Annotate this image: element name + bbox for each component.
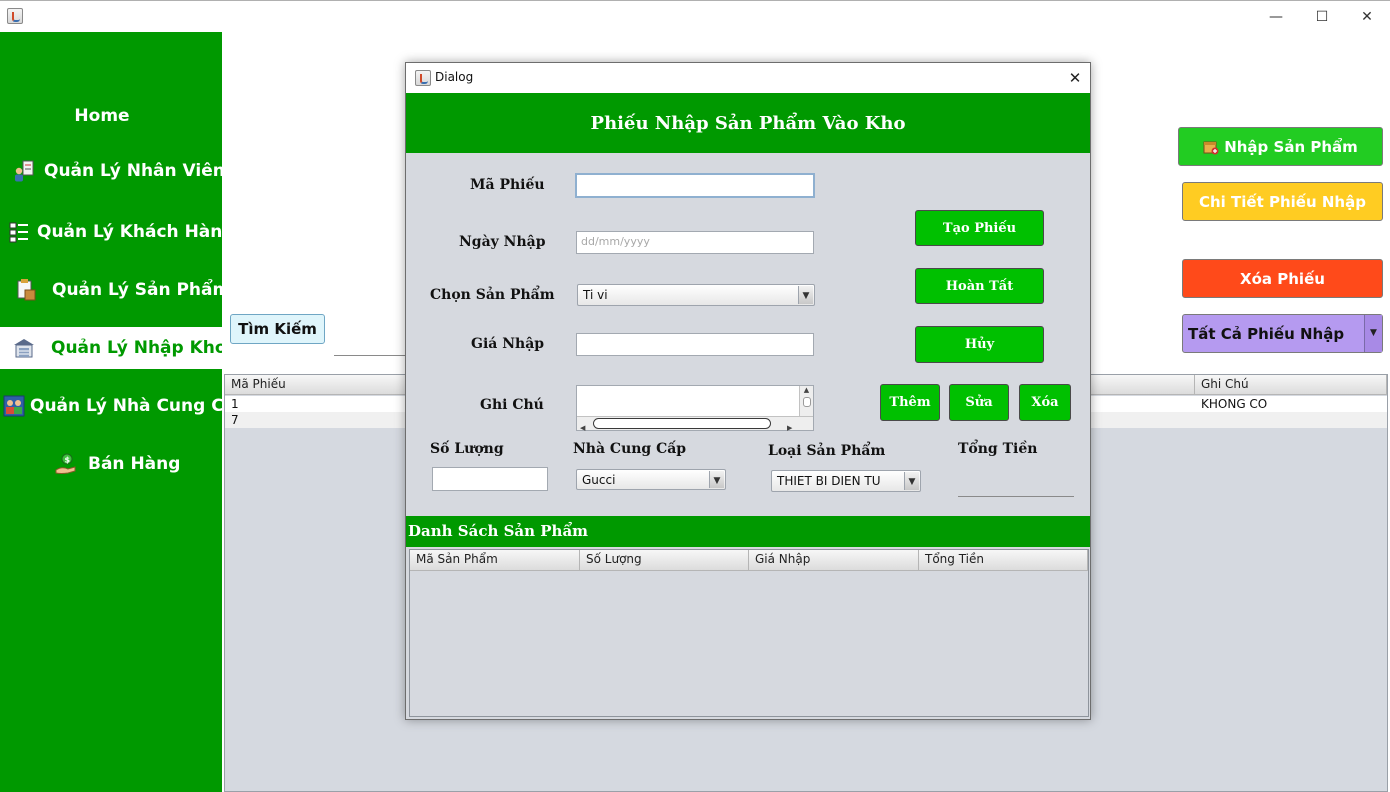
chevron-down-icon[interactable]: ▼ [798, 286, 813, 304]
receipt-id-cell: 1 [231, 397, 239, 411]
supplier-label: Nhà Cung Cấp [573, 441, 687, 457]
receipt-id-input[interactable] [575, 173, 815, 198]
sidebar-item-warehouse[interactable]: Quản Lý Nhập Kho [0, 327, 222, 369]
receipt-id-cell: 7 [231, 413, 239, 427]
add-button[interactable]: Thêm [880, 384, 940, 421]
sidebar-item-label: Quản Lý Nhân Viên [44, 161, 222, 181]
import-price-label: Giá Nhập [471, 336, 545, 352]
column-header-note[interactable]: Ghi Chú [1195, 375, 1387, 395]
receipt-filter-value: Tất Cả Phiếu Nhập [1188, 324, 1345, 343]
product-select-value: Ti vi [583, 288, 608, 302]
chevron-down-icon[interactable]: ▼ [709, 471, 724, 488]
import-product-label: Nhập Sản Phẩm [1224, 137, 1358, 156]
search-button[interactable]: Tìm Kiếm [230, 314, 325, 344]
minimize-button[interactable]: — [1263, 7, 1289, 27]
column-header-receipt-id[interactable]: Mã Phiếu [225, 375, 406, 395]
product-select[interactable]: Ti vi ▼ [577, 284, 815, 306]
java-app-icon [7, 8, 23, 24]
dialog-title-bar: Dialog ✕ [406, 63, 1090, 93]
close-window-button[interactable]: ✕ [1354, 7, 1380, 27]
import-product-button[interactable]: Nhập Sản Phẩm [1178, 127, 1383, 166]
choose-product-label: Chọn Sản Phẩm [430, 287, 555, 303]
dialog-title: Dialog [435, 70, 474, 84]
note-cell: KHONG CO [1201, 397, 1268, 411]
chevron-down-icon[interactable]: ▼ [1364, 315, 1382, 352]
dialog-close-icon[interactable]: ✕ [1064, 67, 1086, 89]
sidebar-item-label: Quản Lý Khách Hàng [37, 222, 222, 242]
sidebar-item-home[interactable]: Home [0, 95, 222, 137]
dialog-heading: Phiếu Nhập Sản Phẩm Vào Kho [590, 112, 906, 134]
sidebar-item-employees[interactable]: Quản Lý Nhân Viên [0, 150, 222, 192]
product-type-select[interactable]: THIET BI DIEN TU ▼ [771, 470, 921, 492]
add-box-icon [1203, 139, 1219, 155]
sidebar-item-label: Quản Lý Nhập Kho [51, 338, 222, 358]
sidebar-item-suppliers[interactable]: Quản Lý Nhà Cung Cấp [0, 385, 222, 427]
receipt-filter-select[interactable]: Tất Cả Phiếu Nhập ▼ [1182, 314, 1383, 353]
column-header-product-id[interactable]: Mã Sản Phẩm [410, 550, 580, 571]
sidebar-item-customers[interactable]: Quản Lý Khách Hàng [0, 211, 222, 253]
column-header-total[interactable]: Tổng Tiền [919, 550, 1088, 571]
sidebar-item-label: Quản Lý Nhà Cung Cấp [30, 396, 222, 416]
import-date-input[interactable]: dd/mm/yyyy [576, 231, 814, 254]
import-date-label: Ngày Nhập [459, 234, 546, 250]
sidebar-item-label: Quản Lý Sản Phẩm [52, 280, 222, 300]
column-header-quantity[interactable]: Số Lượng [580, 550, 749, 571]
product-list-table[interactable]: Mã Sản Phẩm Số Lượng Giá Nhập Tổng Tiền [409, 549, 1089, 717]
dialog-header: Phiếu Nhập Sản Phẩm Vào Kho [406, 93, 1090, 153]
warehouse-icon [12, 336, 36, 360]
note-vertical-scrollbar[interactable]: ▲ [799, 386, 813, 416]
supplier-select[interactable]: Gucci ▼ [576, 469, 726, 490]
product-list-header: Danh Sách Sản Phẩm [406, 516, 1090, 547]
receipt-id-label: Mã Phiếu [470, 177, 545, 193]
product-type-label: Loại Sản Phẩm [768, 443, 886, 459]
search-underline [334, 355, 406, 356]
sidebar-item-sales[interactable]: $ Bán Hàng [0, 443, 222, 485]
cancel-button[interactable]: Hủy [915, 326, 1044, 363]
product-box-icon [14, 278, 38, 302]
complete-button[interactable]: Hoàn Tất [915, 268, 1044, 304]
product-type-select-value: THIET BI DIEN TU [777, 474, 881, 488]
svg-text:$: $ [65, 456, 71, 465]
total-value-underline [958, 496, 1074, 497]
note-cell [1195, 412, 1385, 428]
edit-button[interactable]: Sửa [949, 384, 1009, 421]
delete-button[interactable]: Xóa [1019, 384, 1071, 421]
delete-receipt-button[interactable]: Xóa Phiếu [1182, 259, 1383, 298]
sales-icon: $ [54, 452, 78, 476]
note-textarea[interactable]: ▲ ◀ ▶ [576, 385, 814, 432]
customer-list-icon [8, 220, 30, 244]
total-label: Tổng Tiền [958, 441, 1038, 457]
sidebar-item-label: Home [74, 106, 130, 126]
supplier-icon [2, 394, 26, 418]
sidebar-item-products[interactable]: Quản Lý Sản Phẩm [0, 269, 222, 311]
column-header-import-price[interactable]: Giá Nhập [749, 550, 919, 571]
quantity-label: Số Lượng [430, 441, 504, 457]
import-price-input[interactable] [576, 333, 814, 356]
maximize-button[interactable]: ☐ [1309, 7, 1335, 27]
java-app-icon [415, 70, 431, 86]
supplier-select-value: Gucci [582, 473, 616, 487]
sidebar-item-label: Bán Hàng [88, 454, 181, 474]
employee-icon [12, 159, 36, 183]
create-receipt-button[interactable]: Tạo Phiếu [915, 210, 1044, 246]
product-list-title: Danh Sách Sản Phẩm [408, 522, 589, 540]
note-label: Ghi Chú [480, 397, 544, 413]
note-horizontal-scrollbar[interactable]: ◀ ▶ [577, 416, 813, 432]
import-receipt-dialog: Dialog ✕ Phiếu Nhập Sản Phẩm Vào Kho Mã … [405, 62, 1091, 720]
receipt-detail-button[interactable]: Chi Tiết Phiếu Nhập [1182, 182, 1383, 221]
app-title-bar: — ☐ ✕ [0, 0, 1390, 32]
quantity-input[interactable] [432, 467, 548, 491]
chevron-down-icon[interactable]: ▼ [904, 472, 919, 490]
